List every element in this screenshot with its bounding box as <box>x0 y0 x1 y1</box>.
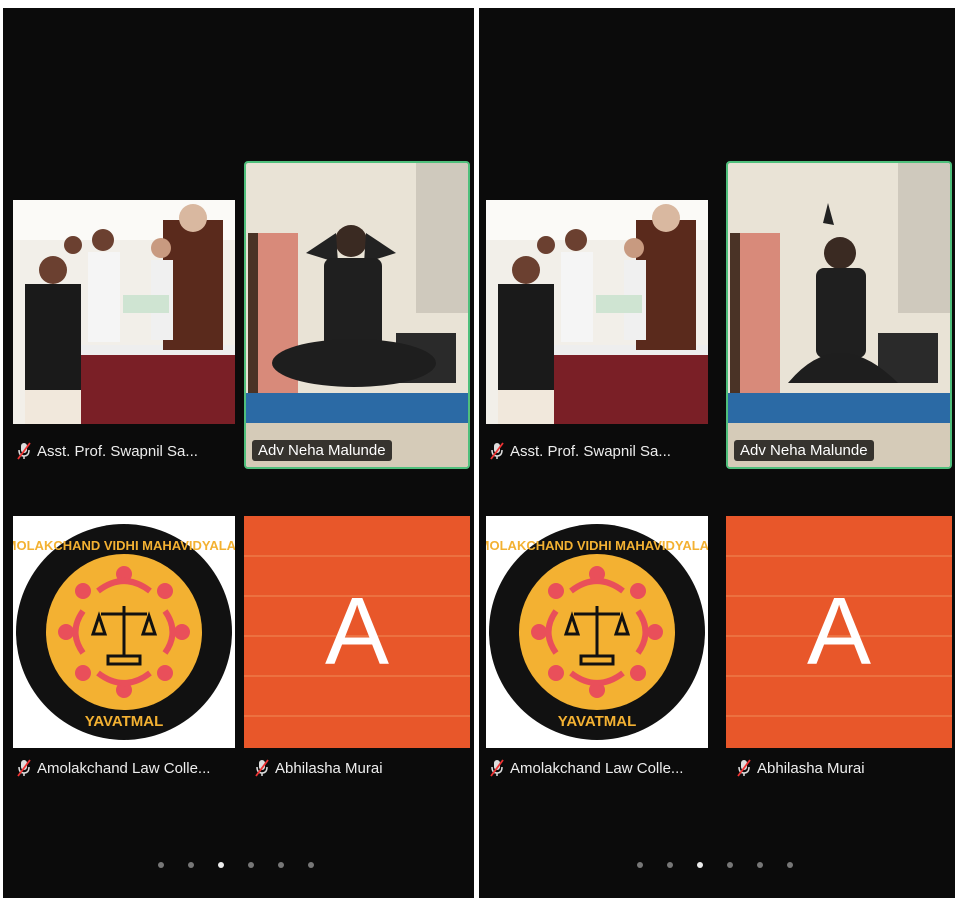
mic-muted-icon <box>490 759 504 777</box>
participant-caption: Asst. Prof. Swapnil Sa... <box>490 442 671 460</box>
avatar-initial: A <box>806 578 872 685</box>
college-logo-image: AMOLAKCHAND VIDHI MAHAVIDYALAYA YAVATMAL <box>13 516 235 748</box>
participant-name: Amolakchand Law Colle... <box>37 759 211 777</box>
meeting-gallery-right: Asst. Prof. Swapnil Sa... Adv Neha Malun… <box>479 8 955 898</box>
page-dot[interactable] <box>308 862 314 868</box>
yoga-video-frame <box>728 163 950 467</box>
page-dot[interactable] <box>667 862 673 868</box>
participant-name: Asst. Prof. Swapnil Sa... <box>510 442 671 460</box>
participant-caption: Amolakchand Law Colle... <box>17 759 210 777</box>
participant-name-badge: Adv Neha Malunde <box>252 440 392 461</box>
participant-caption: Abhilasha Murai <box>737 759 865 777</box>
active-speaker-video-tile[interactable]: Adv Neha Malunde <box>244 161 470 469</box>
page-indicator[interactable] <box>637 862 793 868</box>
participant-name-badge: Adv Neha Malunde <box>734 440 874 461</box>
participant-caption: Amolakchand Law Colle... <box>490 759 683 777</box>
participant-logo-tile[interactable]: AMOLAKCHAND VIDHI MAHAVIDYALAYA YAVATMAL <box>13 516 235 748</box>
logo-bottom-text: YAVATMAL <box>558 713 637 730</box>
page-dot[interactable] <box>787 862 793 868</box>
page-dot[interactable] <box>158 862 164 868</box>
page-dot-active[interactable] <box>697 862 703 868</box>
yoga-video-frame <box>246 163 468 467</box>
mic-muted-icon <box>17 442 31 460</box>
participant-name: Asst. Prof. Swapnil Sa... <box>37 442 198 460</box>
participant-video-tile[interactable] <box>486 200 708 424</box>
page-dot[interactable] <box>727 862 733 868</box>
page-dot-active[interactable] <box>218 862 224 868</box>
participant-caption: Asst. Prof. Swapnil Sa... <box>17 442 198 460</box>
participant-name: Abhilasha Murai <box>757 759 865 777</box>
page-dot[interactable] <box>757 862 763 868</box>
logo-top-text: AMOLAKCHAND VIDHI MAHAVIDYALAYA <box>486 538 708 553</box>
meeting-gallery-left: Asst. Prof. Swapnil Sa... Adv Neha Malun… <box>3 8 474 898</box>
avatar-initial: A <box>324 578 390 685</box>
participant-caption: Abhilasha Murai <box>255 759 383 777</box>
logo-top-text: AMOLAKCHAND VIDHI MAHAVIDYALAYA <box>13 538 235 553</box>
participant-avatar-tile[interactable]: A <box>244 516 470 748</box>
college-logo-image: AMOLAKCHAND VIDHI MAHAVIDYALAYA YAVATMAL <box>486 516 708 748</box>
page-dot[interactable] <box>248 862 254 868</box>
page-indicator[interactable] <box>158 862 314 868</box>
participant-logo-tile[interactable]: AMOLAKCHAND VIDHI MAHAVIDYALAYA YAVATMAL <box>486 516 708 748</box>
participant-avatar-tile[interactable]: A <box>726 516 952 748</box>
page-dot[interactable] <box>278 862 284 868</box>
active-speaker-video-tile[interactable]: Adv Neha Malunde <box>726 161 952 469</box>
mic-muted-icon <box>17 759 31 777</box>
page-dot[interactable] <box>637 862 643 868</box>
logo-bottom-text: YAVATMAL <box>85 713 164 730</box>
mic-muted-icon <box>490 442 504 460</box>
award-ceremony-photo <box>13 200 235 424</box>
page-dot[interactable] <box>188 862 194 868</box>
participant-name: Amolakchand Law Colle... <box>510 759 684 777</box>
mic-muted-icon <box>737 759 751 777</box>
participant-video-tile[interactable] <box>13 200 235 424</box>
participant-name: Abhilasha Murai <box>275 759 383 777</box>
mic-muted-icon <box>255 759 269 777</box>
award-ceremony-photo <box>486 200 708 424</box>
